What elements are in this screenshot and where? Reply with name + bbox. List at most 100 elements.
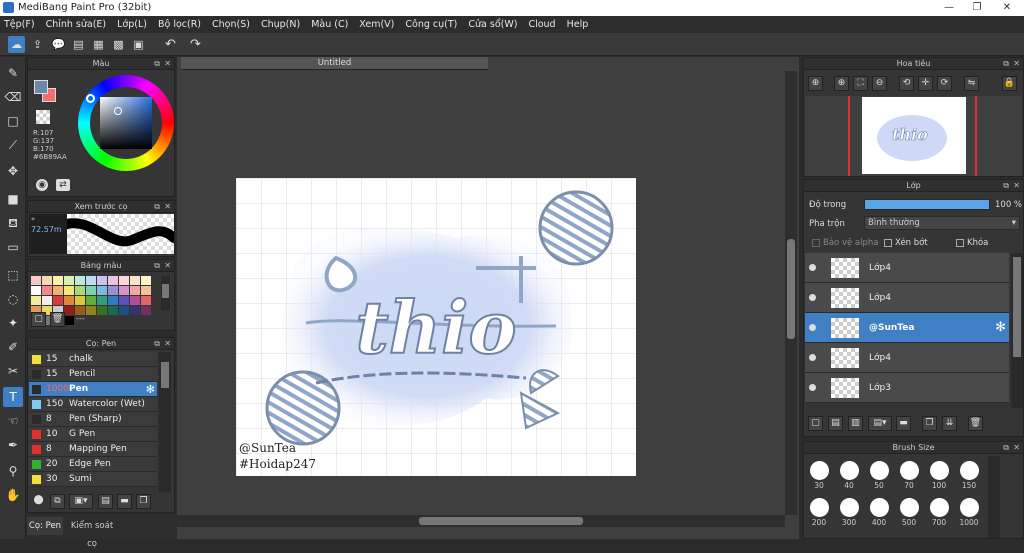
palette-swatch[interactable] — [119, 276, 129, 285]
brush-size-30[interactable]: 30 — [804, 460, 834, 490]
layer-row[interactable]: Lớp3 — [805, 373, 1009, 403]
layer-row[interactable]: Lớp4 — [805, 283, 1009, 313]
text-tool-icon[interactable]: T — [3, 387, 23, 407]
brush-copy-icon[interactable]: ⧉ — [50, 494, 65, 509]
opacity-slider[interactable] — [864, 199, 990, 210]
popout-icon[interactable]: ⧉ — [1003, 58, 1009, 70]
lock-checkbox[interactable]: Khóa — [956, 238, 988, 248]
brush-size-scrollbar[interactable] — [988, 456, 1000, 538]
brush-file-icon[interactable]: ▤ — [98, 494, 113, 509]
palette-swatch[interactable] — [130, 296, 140, 305]
primary-color-swatch[interactable] — [34, 80, 48, 94]
brush-size-1000[interactable]: 1000 — [954, 497, 984, 527]
popout-icon[interactable]: ⧉ — [154, 260, 160, 272]
sv-cursor[interactable] — [114, 107, 122, 115]
close-icon[interactable]: ✕ — [164, 58, 171, 70]
magic-wand-tool-icon[interactable]: ✦ — [3, 313, 23, 333]
popout-icon[interactable]: ⧉ — [154, 338, 160, 350]
palette-swatch[interactable] — [86, 286, 96, 295]
brush-size-150[interactable]: 150 — [954, 460, 984, 490]
palette-swatch[interactable] — [64, 316, 74, 325]
popout-icon[interactable]: ⧉ — [1003, 180, 1009, 192]
brush-size-100[interactable]: 100 — [924, 460, 954, 490]
bucket-tool-icon[interactable]: ⛾ — [3, 213, 23, 233]
palette-swatch[interactable] — [42, 296, 52, 305]
palette-swatch[interactable] — [119, 296, 129, 305]
palette-swatch[interactable] — [141, 306, 151, 315]
brush-size-50[interactable]: 50 — [864, 460, 894, 490]
upload-icon[interactable]: ⇪ — [29, 36, 46, 53]
vertical-scrollbar[interactable] — [785, 71, 797, 515]
zoom-out-icon[interactable]: ⊖ — [872, 76, 887, 91]
brush-item-pen[interactable]: 1000 Pen ✻ — [29, 382, 157, 397]
palette-swatch[interactable] — [86, 276, 96, 285]
brush-menu-icon[interactable]: ▣▾ — [69, 494, 93, 509]
saturation-value-square[interactable] — [100, 97, 152, 149]
zoom-in-small-icon[interactable]: ⊕ — [834, 76, 849, 91]
popout-icon[interactable]: ⧉ — [154, 58, 160, 70]
close-icon[interactable]: ✕ — [1013, 58, 1020, 70]
brush-item-g-pen[interactable]: 10 G Pen — [29, 427, 157, 442]
palette-swatch[interactable] — [31, 276, 41, 285]
tab-brush-control[interactable]: Kiểm soát cọ — [65, 517, 119, 549]
duplicate-layer-icon[interactable]: ❐ — [922, 416, 937, 431]
delete-palette-icon[interactable]: 🗑 — [50, 312, 65, 327]
palette-swatch[interactable] — [42, 276, 52, 285]
menu-window[interactable]: Cửa sổ(W) — [468, 19, 517, 30]
palette-swatch[interactable] — [53, 286, 63, 295]
eye-icon[interactable] — [809, 294, 816, 301]
select-pen-tool-icon[interactable]: ✐ — [3, 337, 23, 357]
new-halftone-layer-icon[interactable]: ▥ — [848, 416, 863, 431]
close-icon[interactable]: ✕ — [164, 338, 171, 350]
rectangle-tool-icon[interactable]: □ — [3, 111, 23, 131]
new-palette-icon[interactable]: ▢ — [31, 312, 46, 327]
menu-edit[interactable]: Chỉnh sửa(E) — [46, 19, 107, 30]
blend-mode-select[interactable]: Bình thường ▾ — [864, 216, 1020, 230]
palette-swatch[interactable] — [86, 296, 96, 305]
close-icon[interactable]: ✕ — [1013, 180, 1020, 192]
eye-icon[interactable] — [809, 384, 816, 391]
palette-swatch[interactable] — [31, 296, 41, 305]
layer-row[interactable]: Lớp4 — [805, 343, 1009, 373]
canvas[interactable]: thio @SunTea #Hoidap247 — [236, 178, 636, 476]
lasso-tool-icon[interactable]: ◌ — [3, 289, 23, 309]
protect-alpha-checkbox[interactable]: Bảo vệ alpha — [812, 238, 878, 248]
document-tab[interactable]: Untitled — [181, 57, 488, 70]
select-rect-tool-icon[interactable]: ⬚ — [3, 265, 23, 285]
palette-swatch[interactable] — [130, 306, 140, 315]
gear-icon[interactable]: ✻ — [995, 313, 1006, 343]
palette-swatch[interactable] — [86, 306, 96, 315]
palette-swatch[interactable] — [75, 296, 85, 305]
palette-swatch[interactable] — [31, 286, 41, 295]
tab-brush[interactable]: Cọ: Pen — [27, 517, 63, 535]
brush-item-watercolor[interactable]: 150 Watercolor (Wet) — [29, 397, 157, 412]
brush-size-40[interactable]: 40 — [834, 460, 864, 490]
palette-swatch[interactable] — [97, 296, 107, 305]
rotate-right-icon[interactable]: ⟳ — [937, 76, 952, 91]
merge-down-icon[interactable]: ⇊ — [942, 416, 957, 431]
file-icon[interactable]: ▤ — [70, 36, 87, 53]
palette-swatch[interactable] — [53, 276, 63, 285]
brush-list-scrollbar[interactable] — [159, 352, 171, 492]
eyedropper-tool-icon[interactable]: ⚲ — [3, 461, 23, 481]
page-icon[interactable]: ▦ — [90, 36, 107, 53]
brush-item-sumi[interactable]: 30 Sumi — [29, 472, 157, 487]
palette-swatch[interactable] — [130, 286, 140, 295]
close-icon[interactable]: ✕ — [1013, 442, 1020, 454]
line-tool-icon[interactable]: ⟋ — [3, 135, 23, 155]
redo-icon[interactable]: ↷ — [187, 36, 204, 53]
undo-icon[interactable]: ↶ — [162, 36, 179, 53]
palette-swatch[interactable] — [97, 286, 107, 295]
lock-icon[interactable]: 🔒 — [1002, 76, 1017, 91]
reset-rotation-icon[interactable]: ✛ — [918, 76, 933, 91]
brush-item-edge-pen[interactable]: 20 Edge Pen — [29, 457, 157, 472]
color-mode-icon[interactable]: ◉ — [36, 179, 48, 191]
menu-snap[interactable]: Chụp(N) — [261, 19, 300, 30]
delete-layer-icon[interactable]: 🗑 — [968, 416, 983, 431]
eye-icon[interactable] — [809, 354, 816, 361]
palette-swatch[interactable] — [108, 276, 118, 285]
divide-tool-icon[interactable]: ✒ — [3, 435, 23, 455]
palette-swatch[interactable] — [53, 296, 63, 305]
horizontal-scrollbar[interactable] — [177, 515, 785, 527]
transparent-swatch[interactable] — [36, 110, 50, 124]
